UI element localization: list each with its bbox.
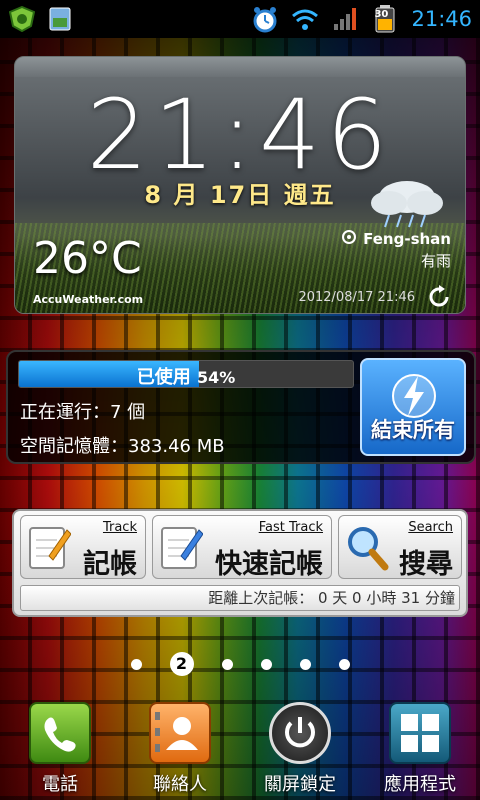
memory-used-percent: 54%	[196, 368, 236, 387]
signal-icon	[331, 5, 359, 33]
page-dot[interactable]	[299, 658, 311, 670]
photo-app-icon	[46, 5, 74, 33]
weather-clock-widget[interactable]: 21:46 8 月 17日 週五 26°C AccuWeather.com Fe…	[14, 56, 466, 314]
end-all-button[interactable]: 結束所有	[360, 358, 466, 456]
status-time: 21:46	[411, 7, 472, 31]
dock-item-phone[interactable]: 電話	[10, 702, 110, 796]
running-apps-count: 正在運行：7 個	[20, 402, 146, 423]
status-bar: 30 21:46	[0, 0, 480, 38]
alarm-icon	[251, 5, 279, 33]
search-button-en: Search	[408, 520, 453, 535]
memory-usage-bar: 已使用 54%	[18, 360, 354, 388]
weather-provider[interactable]: AccuWeather.com	[33, 293, 143, 306]
notepad-icon	[27, 522, 72, 576]
memory-used-label: 已使用	[136, 367, 191, 388]
track-button-en: Track	[102, 520, 137, 535]
location-pin-icon	[341, 229, 357, 249]
fast-track-button-zh: 快速記帳	[215, 549, 323, 580]
battery-level: 30	[374, 9, 389, 20]
shield-app-icon	[8, 5, 36, 33]
wifi-icon	[291, 5, 319, 33]
battery-icon: 30	[371, 5, 399, 33]
rain-cloud-icon	[365, 175, 447, 235]
page-dot[interactable]	[260, 658, 272, 670]
temperature: 26°C	[33, 233, 142, 284]
phone-icon	[29, 702, 91, 764]
location-name: Feng-shan	[363, 230, 451, 248]
notepad-pen-icon	[159, 522, 204, 576]
contacts-icon	[149, 702, 211, 764]
task-manager-widget: 已使用 54% 正在運行：7 個 空間記憶體：383.46 MB 結束所有	[6, 350, 476, 464]
page-dot[interactable]	[130, 658, 142, 670]
fast-track-button[interactable]: Fast Track 快速記帳	[152, 515, 332, 580]
magnifier-icon	[345, 522, 389, 576]
search-button-zh: 搜尋	[399, 549, 453, 580]
page-dot[interactable]	[338, 658, 350, 670]
dock-item-screen-lock[interactable]: 關屏鎖定	[250, 702, 350, 796]
track-button-zh: 記帳	[83, 549, 137, 580]
dock-item-contacts[interactable]: 聯絡人	[130, 702, 230, 796]
dock-item-apps[interactable]: 應用程式	[370, 702, 470, 796]
dock-label-screen-lock: 關屏鎖定	[264, 774, 336, 795]
dock: 電話 聯絡人 關屏鎖定 應用程式	[0, 700, 480, 800]
free-memory: 空間記憶體：383.46 MB	[20, 436, 225, 457]
time-since-last-entry: 距離上次記帳： 0 天 0 小時 31 分鐘	[20, 585, 460, 611]
lightning-icon	[390, 372, 438, 424]
dock-label-contacts: 聯絡人	[153, 774, 207, 795]
dock-label-apps: 應用程式	[384, 774, 456, 795]
refresh-icon[interactable]	[427, 285, 451, 313]
search-button[interactable]: Search 搜尋	[338, 515, 462, 580]
update-time: 2012/08/17 21:46	[298, 290, 415, 305]
page-dot[interactable]	[221, 658, 233, 670]
expense-tracker-widget: Track 記帳 Fast Track 快速記帳 Search 搜尋 距離上次記…	[12, 509, 468, 617]
page-indicator[interactable]: 2	[0, 652, 480, 676]
location-row: Feng-shan	[341, 229, 451, 249]
page-dot-current[interactable]: 2	[169, 652, 194, 676]
fast-track-button-en: Fast Track	[258, 520, 323, 535]
power-icon	[269, 702, 331, 764]
weather-condition: 有雨	[420, 252, 451, 270]
track-button[interactable]: Track 記帳	[20, 515, 146, 580]
app-grid-icon	[389, 702, 451, 764]
dock-label-phone: 電話	[42, 774, 78, 795]
